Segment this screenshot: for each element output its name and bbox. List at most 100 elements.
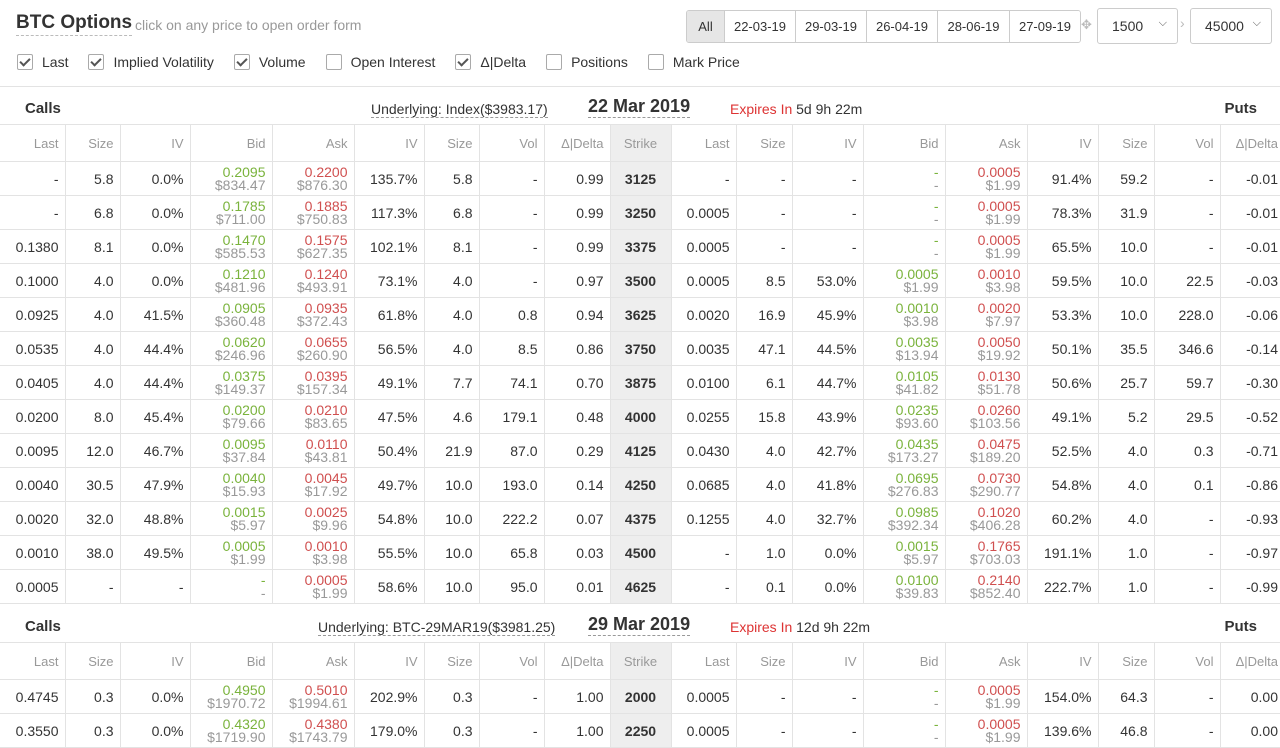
call-ask-cell[interactable]: 0.1575 $627.35 [271,229,354,264]
column-toggle-4[interactable]: Δ|Delta [455,54,526,70]
put-bid-cell[interactable]: 0.0985 $392.34 [862,501,945,536]
column-header-call-delta[interactable]: Δ|Delta [543,642,610,680]
checkbox[interactable] [17,54,33,70]
call-last-cell[interactable]: 0.0020 [0,501,65,536]
column-header-call-size[interactable]: Size [64,642,120,680]
put-bid-cell[interactable]: -- [862,161,945,196]
call-bid-cell[interactable]: 0.0905 $360.48 [189,297,272,332]
column-toggle-2[interactable]: Volume [233,54,306,70]
put-bid-cell[interactable]: -- [862,195,945,230]
call-ask-cell[interactable]: 0.0210 $83.65 [271,399,354,434]
put-ask-cell[interactable]: 0.0005 $1.99 [944,713,1027,748]
call-last-cell[interactable]: 0.0010 [0,535,65,570]
bid-price[interactable]: - [191,573,266,587]
column-header-strike[interactable]: Strike [609,642,671,680]
bid-price[interactable]: - [864,233,939,247]
put-ask-cell[interactable]: 0.0005 $1.99 [944,195,1027,230]
column-header-put-bid[interactable]: Bid [862,642,945,680]
column-header-put-mark-iv[interactable]: IV [1026,124,1098,162]
column-header-put-ask[interactable]: Ask [944,124,1027,162]
call-last-cell[interactable]: 0.4745 [0,679,65,714]
column-header-call-size[interactable]: Size [64,124,120,162]
put-last-cell[interactable]: 0.0005 [670,713,736,748]
column-header-call-last[interactable]: Last [0,124,65,162]
bid-price[interactable]: - [864,199,939,213]
put-ask-cell[interactable]: 0.0010 $3.98 [944,263,1027,298]
call-ask-cell[interactable]: 0.0655 $260.90 [271,331,354,366]
put-last-cell[interactable]: 0.0255 [670,399,736,434]
column-header-put-ask[interactable]: Ask [944,642,1027,680]
call-bid-cell[interactable]: -- [189,569,272,604]
call-last-cell[interactable]: - [0,161,65,196]
checkbox[interactable] [325,54,342,70]
underlying-label[interactable]: Underlying: Index($3983.17) [371,101,548,118]
call-last-cell[interactable]: 0.0005 [0,569,65,604]
call-bid-cell[interactable]: 0.0015 $5.97 [189,501,272,536]
call-last-cell[interactable]: 0.3550 [0,713,65,748]
column-header-call-ask[interactable]: Ask [271,124,354,162]
column-header-put-vol[interactable]: Vol [1153,642,1220,680]
column-header-call-mark-iv[interactable]: IV [353,642,424,680]
call-ask-cell[interactable]: 0.0025 $9.96 [271,501,354,536]
call-last-cell[interactable]: 0.1000 [0,263,65,298]
column-toggle-3[interactable]: Open Interest [325,54,435,70]
put-last-cell[interactable]: 0.0005 [670,263,736,298]
column-header-call-ask[interactable]: Ask [271,642,354,680]
column-header-call-iv[interactable]: IV [119,642,190,680]
column-header-put-iv[interactable]: IV [791,124,863,162]
put-last-cell[interactable]: - [670,161,736,196]
put-ask-cell[interactable]: 0.0730 $290.77 [944,467,1027,502]
column-header-put-ask-size[interactable]: Size [1097,124,1154,162]
column-header-put-size[interactable]: Size [735,642,792,680]
put-ask-cell[interactable]: 0.0020 $7.97 [944,297,1027,332]
column-header-strike[interactable]: Strike [609,124,671,162]
call-ask-cell[interactable]: 0.0935 $372.43 [271,297,354,332]
expiry-filter-26-04-19[interactable]: 26-04-19 [866,11,937,42]
bid-price[interactable]: - [864,683,939,697]
put-ask-cell[interactable]: 0.0475 $189.20 [944,433,1027,468]
column-header-call-mark-iv[interactable]: IV [353,124,424,162]
call-last-cell[interactable]: 0.0925 [0,297,65,332]
call-ask-cell[interactable]: 0.1240 $493.91 [271,263,354,298]
column-header-call-bid[interactable]: Bid [189,124,272,162]
put-bid-cell[interactable]: 0.0015 $5.97 [862,535,945,570]
checkbox[interactable] [233,54,250,70]
call-ask-cell[interactable]: 0.5010 $1994.61 [271,679,354,714]
strike-min-select[interactable]: 1500 ⌵ [1097,8,1178,44]
column-header-call-vol[interactable]: Vol [478,642,544,680]
expiry-filter-27-09-19[interactable]: 27-09-19 [1009,11,1080,42]
call-ask-cell[interactable]: 0.0110 $43.81 [271,433,354,468]
put-last-cell[interactable]: 0.0035 [670,331,736,366]
column-header-put-ask-size[interactable]: Size [1097,642,1154,680]
column-toggle-6[interactable]: Mark Price [647,54,740,70]
put-bid-cell[interactable]: -- [862,713,945,748]
put-last-cell[interactable]: 0.0100 [670,365,736,400]
column-header-call-delta[interactable]: Δ|Delta [543,124,610,162]
put-last-cell[interactable]: 0.0020 [670,297,736,332]
column-toggle-1[interactable]: Implied Volatility [88,54,214,70]
call-bid-cell[interactable]: 0.1210 $481.96 [189,263,272,298]
crosshair-icon[interactable]: ✥ [1081,17,1092,33]
put-bid-cell[interactable]: 0.0695 $276.83 [862,467,945,502]
put-bid-cell[interactable]: 0.0005 $1.99 [862,263,945,298]
put-ask-cell[interactable]: 0.0260 $103.56 [944,399,1027,434]
strike-max-select[interactable]: 45000 ⌵ [1190,8,1272,44]
put-bid-cell[interactable]: -- [862,679,945,714]
column-header-call-vol[interactable]: Vol [478,124,544,162]
column-header-call-bid[interactable]: Bid [189,642,272,680]
column-header-put-last[interactable]: Last [670,124,736,162]
call-ask-cell[interactable]: 0.2200 $876.30 [271,161,354,196]
call-bid-cell[interactable]: 0.0005 $1.99 [189,535,272,570]
put-last-cell[interactable]: - [670,535,736,570]
column-toggle-5[interactable]: Positions [546,54,628,70]
expiry-filter-22-03-19[interactable]: 22-03-19 [724,11,795,42]
call-bid-cell[interactable]: 0.1470 $585.53 [189,229,272,264]
column-header-put-bid[interactable]: Bid [862,124,945,162]
put-last-cell[interactable]: 0.0685 [670,467,736,502]
column-header-put-delta[interactable]: Δ|Delta [1219,642,1280,680]
call-bid-cell[interactable]: 0.0040 $15.93 [189,467,272,502]
call-bid-cell[interactable]: 0.0200 $79.66 [189,399,272,434]
underlying-label[interactable]: Underlying: BTC-29MAR19($3981.25) [318,619,556,636]
expiry-filter-29-03-19[interactable]: 29-03-19 [795,11,866,42]
column-header-put-size[interactable]: Size [735,124,792,162]
